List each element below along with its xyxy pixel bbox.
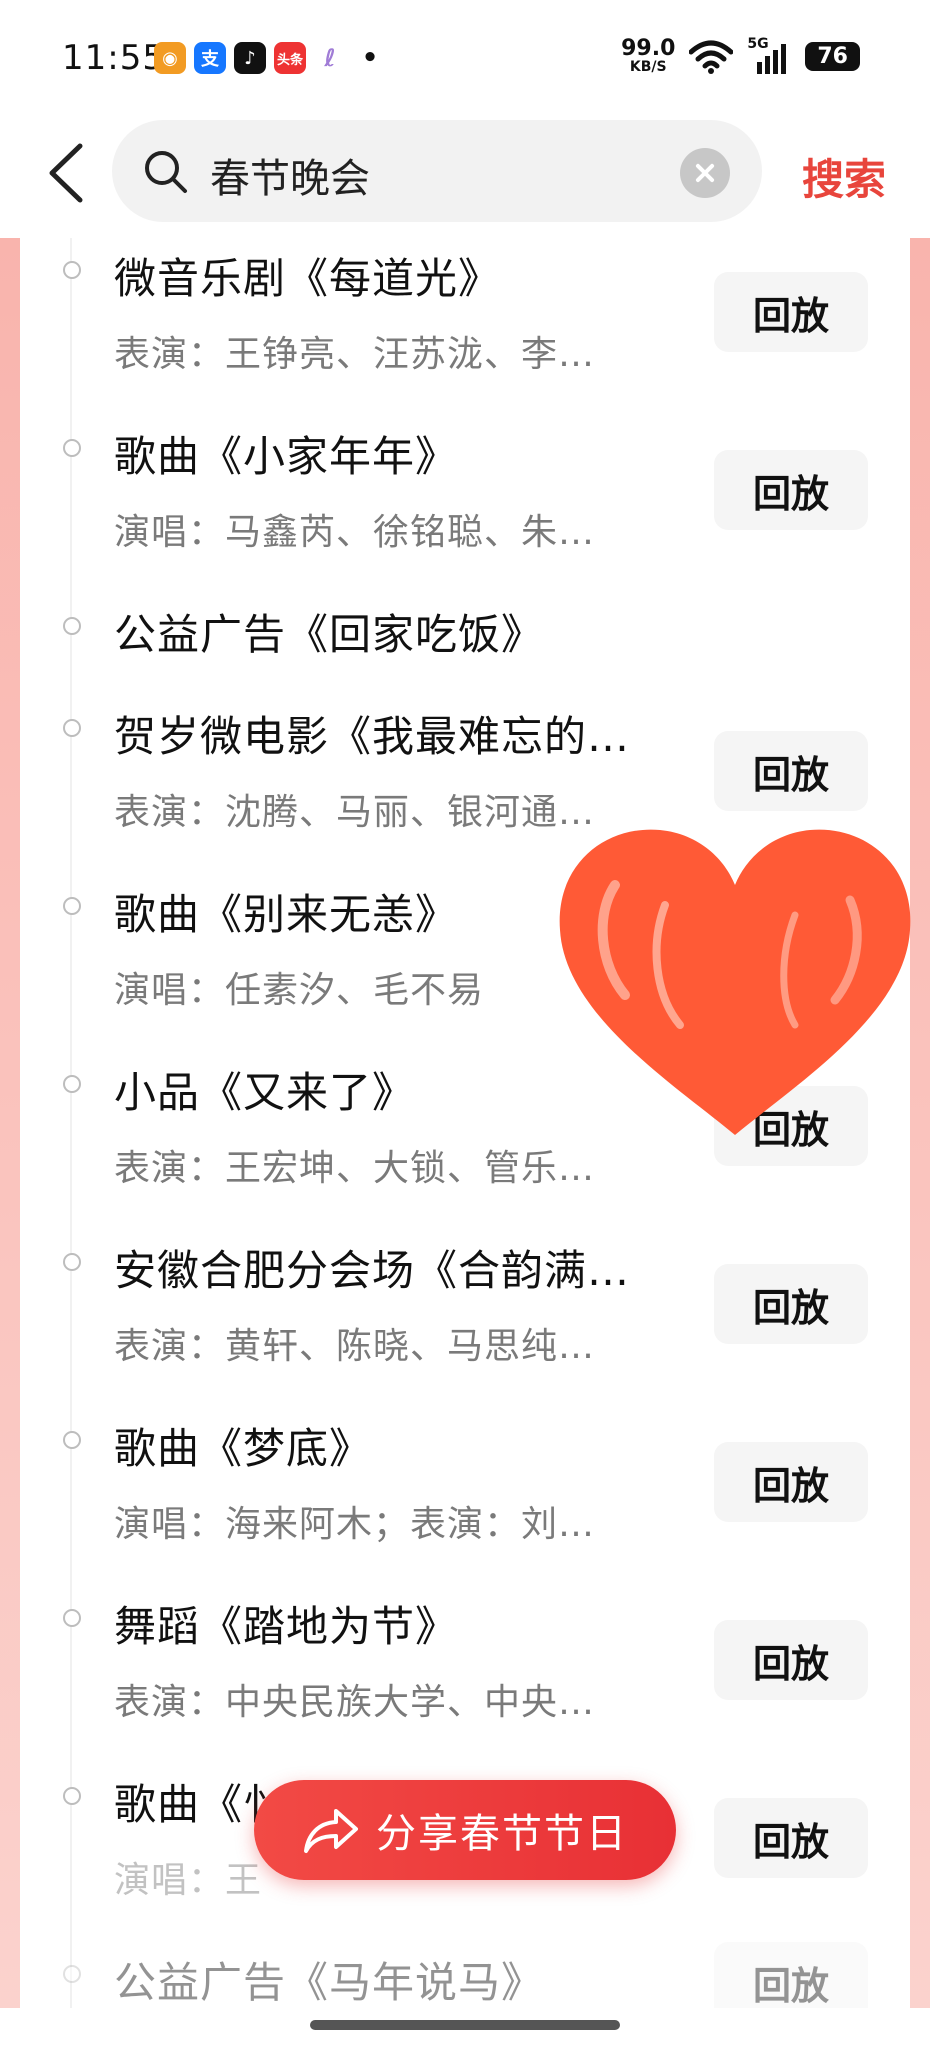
toutiao-icon: 头条 bbox=[274, 42, 306, 74]
replay-button[interactable]: 回放 bbox=[714, 1264, 868, 1344]
timeline-dot bbox=[63, 1431, 81, 1449]
wifi-icon bbox=[689, 40, 734, 74]
replay-button[interactable]: 回放 bbox=[714, 731, 868, 811]
program-title: 歌曲《小家年年》 bbox=[114, 432, 459, 481]
dot-icon: • bbox=[361, 43, 379, 73]
program-subtitle: 表演：黄轩、陈晓、马思纯… bbox=[114, 1326, 596, 1367]
replay-button[interactable]: 回放 bbox=[714, 450, 868, 530]
status-bar: 11:55 ◉ 支 ♪ 头条 ℓ • 99.0 KB/S 5G 76 bbox=[0, 0, 930, 118]
program-title: 歌曲《别来无恙》 bbox=[114, 890, 459, 939]
notification-icons: ◉ 支 ♪ 头条 ℓ • bbox=[154, 42, 386, 74]
signal-type-label: 5G bbox=[747, 35, 769, 52]
replay-button[interactable]: 回放 bbox=[714, 1798, 868, 1878]
program-title: 小品《又来了》 bbox=[114, 1068, 416, 1117]
heart-sticker-icon bbox=[559, 829, 911, 1135]
search-input[interactable]: 春节晚会 bbox=[112, 120, 762, 222]
network-speed-unit: KB/S bbox=[629, 59, 667, 75]
timeline-dot bbox=[63, 1609, 81, 1627]
battery-indicator: 76 bbox=[805, 42, 860, 71]
network-speed-value: 99.0 bbox=[621, 36, 676, 61]
program-subtitle: 表演：中央民族大学、中央… bbox=[114, 1682, 596, 1723]
program-title: 舞蹈《踏地为节》 bbox=[114, 1602, 459, 1651]
timeline-dot bbox=[63, 617, 81, 635]
program-title: 安徽合肥分会场《合韵满… bbox=[114, 1246, 631, 1295]
program-subtitle: 演唱：马鑫芮、徐铭聪、朱… bbox=[114, 512, 596, 553]
program-subtitle: 演唱：任素汐、毛不易 bbox=[114, 970, 485, 1011]
share-arrow-icon bbox=[304, 1809, 358, 1853]
search-icon bbox=[145, 151, 187, 193]
replay-button[interactable]: 回放 bbox=[714, 1442, 868, 1522]
timeline-dot bbox=[63, 261, 81, 279]
back-arrow-icon[interactable] bbox=[40, 140, 90, 206]
program-title: 公益广告《回家吃饭》 bbox=[114, 610, 545, 659]
cell-signal-icon: 5G bbox=[747, 36, 791, 74]
alipay-icon: 支 bbox=[194, 42, 226, 74]
replay-button[interactable]: 回放 bbox=[714, 1620, 868, 1700]
frame-left-decoration bbox=[0, 238, 20, 2008]
home-indicator[interactable] bbox=[310, 2020, 620, 2030]
tiktok-icon: ♪ bbox=[234, 42, 266, 74]
status-time: 11:55 bbox=[62, 38, 165, 78]
program-title: 公益广告《马年说马》 bbox=[114, 1958, 545, 2007]
replay-button[interactable]: 回放 bbox=[714, 272, 868, 352]
search-query-text[interactable]: 春节晚会 bbox=[210, 146, 370, 204]
timeline-line bbox=[70, 238, 72, 2008]
search-header: 春节晚会 搜索 bbox=[0, 118, 930, 228]
network-speed: 99.0 KB/S bbox=[621, 38, 675, 75]
replay-button[interactable]: 回放 bbox=[714, 1942, 868, 2008]
program-subtitle: 表演：沈腾、马丽、银河通… bbox=[114, 792, 596, 833]
app-icon: ℓ bbox=[314, 42, 346, 74]
program-subtitle: 演唱：海来阿木；表演：刘… bbox=[114, 1504, 596, 1545]
timeline-dot bbox=[63, 1253, 81, 1271]
timeline-dot bbox=[63, 1787, 81, 1805]
share-button-label: 分享春节节日 bbox=[376, 1811, 628, 1857]
program-subtitle: 演唱：王 bbox=[114, 1860, 263, 1901]
weibo-icon: ◉ bbox=[154, 42, 186, 74]
clear-icon[interactable] bbox=[680, 148, 730, 198]
program-subtitle: 表演：王宏坤、大锁、管乐… bbox=[114, 1148, 596, 1189]
share-festival-button[interactable]: 分享春节节日 bbox=[254, 1780, 676, 1880]
program-subtitle: 表演：王铮亮、汪苏泷、李… bbox=[114, 334, 596, 375]
timeline-dot bbox=[63, 439, 81, 457]
search-button[interactable]: 搜索 bbox=[802, 146, 886, 207]
timeline-dot bbox=[63, 897, 81, 915]
program-title: 歌曲《梦底》 bbox=[114, 1424, 373, 1473]
program-title: 微音乐剧《每道光》 bbox=[114, 254, 502, 303]
timeline-dot bbox=[63, 719, 81, 737]
timeline-dot bbox=[63, 1075, 81, 1093]
timeline-dot bbox=[63, 1965, 81, 1983]
program-title: 贺岁微电影《我最难忘的… bbox=[114, 712, 631, 761]
